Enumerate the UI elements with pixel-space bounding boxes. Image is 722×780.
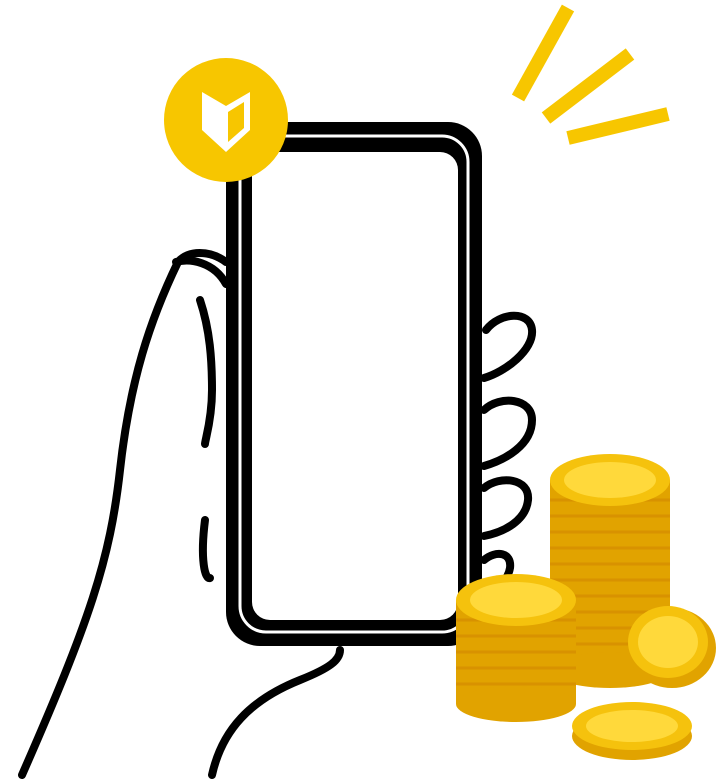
beginner-mark-icon (164, 58, 288, 182)
coin-icon (572, 702, 692, 760)
sparkle-lines-icon (511, 4, 670, 145)
coin-icon (628, 606, 716, 688)
illustration-canvas (18, 4, 716, 779)
smartphone (226, 122, 482, 646)
coin-stack-short (456, 574, 576, 722)
thumb-outline (172, 256, 230, 288)
coin-stack-icon (456, 454, 716, 760)
phone-screen (252, 152, 458, 620)
